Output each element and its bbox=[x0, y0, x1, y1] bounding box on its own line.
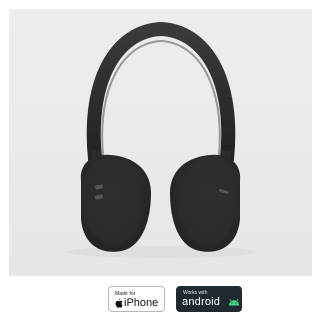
made-for-iphone-badge: Made for iPhone bbox=[108, 286, 165, 312]
product-photo bbox=[9, 9, 312, 276]
badge-big-text: android bbox=[182, 296, 221, 308]
headphones-image bbox=[66, 21, 256, 258]
badge-big-text: iPhone bbox=[124, 297, 159, 309]
apple-logo-icon bbox=[115, 298, 123, 308]
android-bot-icon bbox=[229, 298, 239, 306]
works-with-android-badge: Works with android bbox=[176, 286, 242, 312]
product-image-card: Made for iPhone Works with android bbox=[0, 0, 321, 312]
